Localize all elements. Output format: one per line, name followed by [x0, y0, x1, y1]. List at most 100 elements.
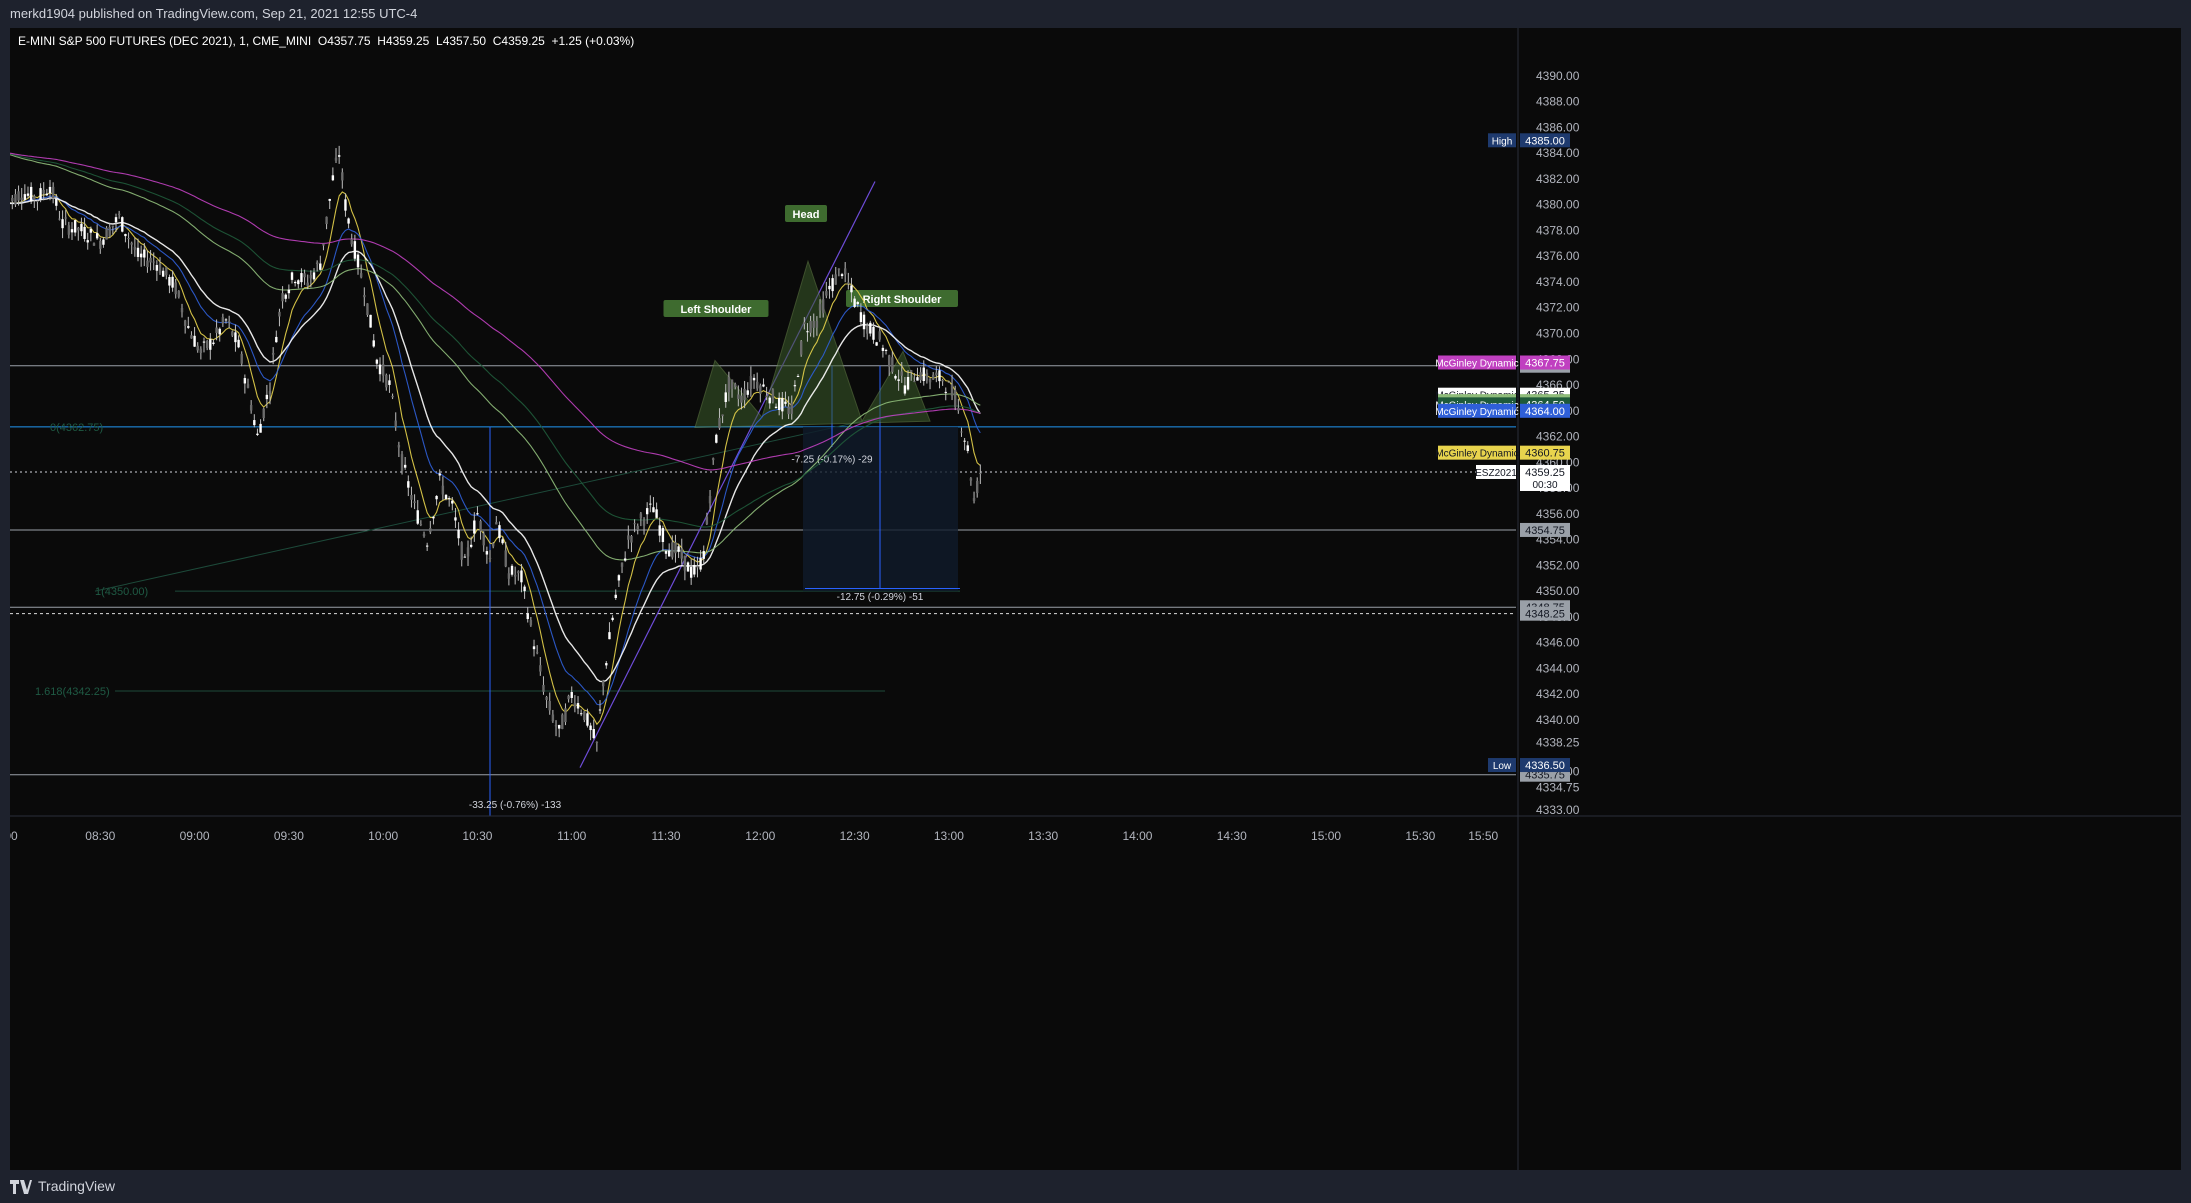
candle-body	[938, 370, 941, 382]
candle-body	[796, 375, 800, 377]
candle-body	[501, 539, 504, 544]
candle-body	[95, 233, 99, 239]
candle-body	[762, 384, 765, 387]
candle-body	[388, 380, 391, 385]
candle-body	[510, 565, 514, 575]
y-tick-label: 4376.00	[1536, 249, 1580, 263]
price-axis: 4390.00 4388.00 4386.00 4384.00 4382.00 4380.…	[1517, 28, 1580, 1170]
candle-body	[598, 709, 602, 711]
publisher-bar: merkd1904 published on TradingView.com, …	[0, 0, 2191, 28]
candle-body	[765, 395, 768, 398]
x-tick-label: 15:50	[1468, 829, 1498, 843]
candle-body	[143, 249, 146, 258]
candle-body	[353, 241, 357, 259]
candle-body	[828, 285, 831, 290]
candle-body	[356, 254, 360, 268]
candle-body	[369, 314, 372, 328]
candle-body	[957, 407, 960, 411]
candle-body	[642, 519, 646, 526]
candle-body	[350, 239, 353, 245]
candle-body	[227, 321, 231, 323]
candle-body	[45, 193, 49, 196]
candle-body	[262, 408, 265, 419]
candle-body	[567, 695, 570, 700]
candle-body	[843, 268, 847, 275]
change-value: +1.25 (+0.03%)	[551, 34, 635, 48]
candle-body	[803, 322, 806, 325]
candle-body	[58, 218, 61, 220]
candle-body	[623, 558, 627, 561]
candle-body	[26, 193, 30, 196]
y-tick-label: 4382.00	[1536, 172, 1580, 186]
candle-body	[293, 281, 297, 284]
candle-body	[488, 557, 492, 559]
high-label: H	[377, 34, 386, 48]
candle-body	[325, 216, 328, 225]
candle-body	[271, 352, 275, 355]
fib-retracement: 0(4362.75) 1(4350.00) 1.618(4342.25)	[10, 181, 1516, 768]
candle-body	[36, 200, 39, 202]
candle-body	[919, 372, 922, 381]
candle-body	[733, 384, 737, 387]
low-value: 4357.50	[442, 34, 487, 48]
y-tick-label: 4344.00	[1536, 661, 1580, 675]
candle-body	[696, 566, 699, 568]
candle-body	[715, 434, 718, 443]
candle-body	[425, 545, 429, 547]
candle-body	[608, 632, 611, 640]
candle-body	[281, 293, 284, 302]
candle-body	[249, 405, 253, 411]
candle-body	[397, 445, 401, 448]
candle-body	[416, 510, 419, 524]
candle-body	[699, 557, 702, 570]
candle-body	[705, 516, 709, 525]
candle-body	[14, 194, 17, 205]
candle-body	[133, 246, 137, 250]
measure-label: -12.75 (-0.29%) -51	[837, 592, 924, 603]
candle-body	[658, 525, 661, 536]
candle-body	[29, 186, 33, 202]
candle-body	[209, 339, 212, 350]
tradingview-icon	[10, 1179, 32, 1194]
candle-body	[83, 226, 86, 239]
pattern-shape	[694, 259, 931, 429]
candle-body	[517, 571, 520, 574]
candle-body	[865, 325, 869, 334]
candle-body	[174, 282, 177, 295]
candle-body	[746, 390, 749, 395]
indicator-name: McGinley Dynamic	[1435, 407, 1518, 418]
candle-body	[114, 217, 118, 223]
candle-body	[337, 155, 341, 157]
low-label: L	[436, 34, 443, 48]
candle-body	[887, 355, 891, 367]
candle-body	[683, 555, 687, 571]
tradingview-logo[interactable]: TradingView	[10, 1170, 115, 1203]
candle-body	[535, 652, 539, 654]
candle-body	[155, 265, 159, 271]
candle-body	[922, 367, 925, 381]
candle-body	[856, 302, 859, 305]
candle-body	[583, 711, 586, 720]
candle-body	[721, 414, 724, 417]
chart-area[interactable]: 0(4362.75) 1(4350.00) 1.618(4342.25) -7.25…	[0, 28, 2181, 1170]
candle-body	[740, 395, 743, 403]
candle-body	[64, 217, 67, 219]
candle-body	[457, 529, 460, 539]
candle-body	[862, 314, 866, 330]
candle-body	[787, 406, 790, 415]
price-chart[interactable]: 0(4362.75) 1(4350.00) 1.618(4342.25) -7.25…	[0, 28, 2181, 1170]
candle-body	[61, 219, 64, 229]
candle-body	[963, 440, 966, 442]
candle-body	[441, 485, 445, 495]
candle-body	[847, 282, 850, 284]
candle-body	[284, 294, 287, 299]
candle-body	[243, 378, 247, 384]
candle-body	[570, 692, 573, 698]
y-tick-label: 4388.00	[1536, 95, 1580, 109]
candle-body	[124, 233, 127, 237]
candle-body	[102, 239, 105, 245]
hl-value: 4385.00	[1525, 135, 1565, 147]
candle-body	[790, 402, 793, 414]
candle-body	[177, 290, 181, 297]
candle-body	[77, 227, 80, 231]
